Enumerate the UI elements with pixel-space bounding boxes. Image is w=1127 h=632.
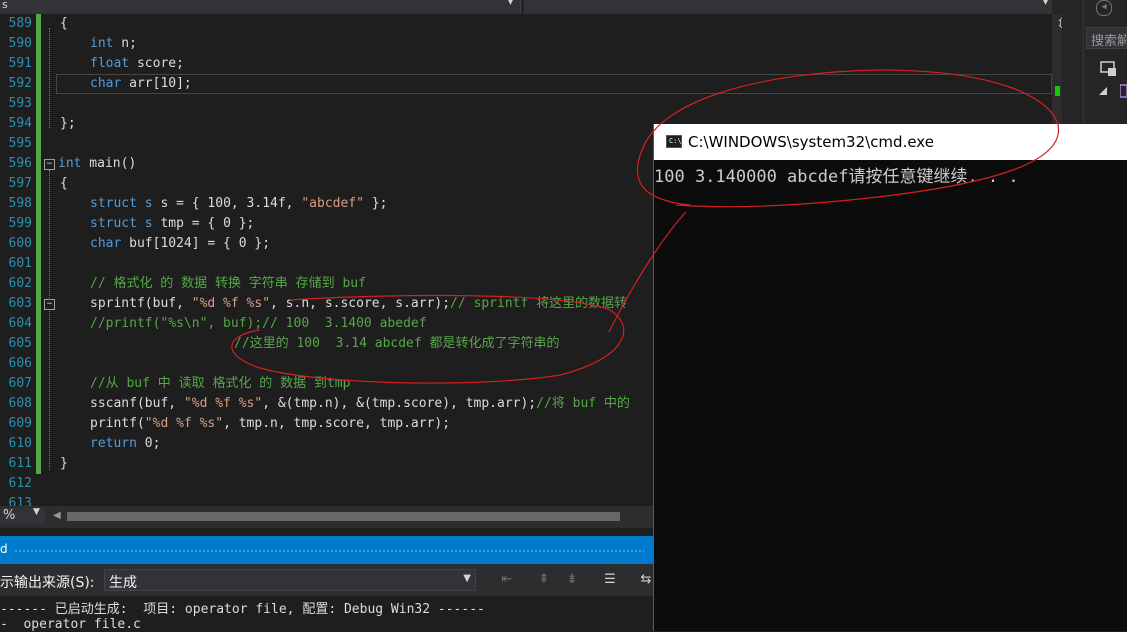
line-number: 599	[8, 216, 32, 231]
find-message-icon[interactable]: ⇤	[497, 571, 517, 589]
code-line: int main()	[58, 156, 137, 171]
outline-guide	[49, 170, 51, 470]
code-editor[interactable]: { int n; float score; char arr[10]; }; i…	[58, 14, 658, 506]
line-number: 597	[8, 176, 32, 191]
change-marker	[1055, 86, 1060, 96]
code-line: };	[60, 116, 76, 131]
solution-search-input[interactable]: 搜索解	[1086, 27, 1127, 49]
line-number: 600	[8, 236, 32, 251]
code-line: //这里的 100 3.14 abcdef 都是转化成了字符串的	[234, 336, 560, 351]
code-line: // 格式化 的 数据 转换 字符串 存储到 buf	[90, 276, 366, 291]
cmd-window[interactable]: C:\ C:\WINDOWS\system32\cmd.exe 100 3.14…	[653, 124, 1127, 631]
expand-triangle-icon[interactable]	[1098, 86, 1110, 98]
code-line: sscanf(buf, "%d %f %s", &(tmp.n), &(tmp.…	[90, 396, 630, 411]
line-number: 601	[8, 256, 32, 271]
scroll-left-icon[interactable]: ◀	[53, 510, 61, 521]
code-line: char arr[10];	[90, 76, 192, 91]
output-source-label: 示输出来源(S):	[0, 575, 95, 591]
code-line: }	[60, 456, 68, 471]
output-line: - operator file.c	[0, 617, 141, 632]
line-number: 595	[8, 136, 32, 151]
scope-dropdown-value: s	[2, 0, 8, 11]
cmd-icon: C:\	[666, 135, 682, 148]
code-line: {	[60, 16, 68, 31]
outline-guide	[49, 28, 51, 128]
editor-vertical-scrollbar[interactable]	[1052, 14, 1062, 134]
code-line: //从 buf 中 读取 格式化 的 数据 到tmp	[90, 376, 351, 391]
member-dropdown[interactable]: ▾	[524, 0, 1052, 14]
code-line: char buf[1024] = { 0 };	[90, 236, 271, 251]
line-number: 596	[8, 156, 32, 171]
line-number: 612	[8, 476, 32, 491]
line-number: 590	[8, 36, 32, 51]
line-number: 591	[8, 56, 32, 71]
line-number: 607	[8, 376, 32, 391]
output-source-value: 生成	[109, 575, 137, 591]
line-number: 608	[8, 396, 32, 411]
line-number: 606	[8, 356, 32, 371]
chevron-down-icon[interactable]: ▾	[1043, 0, 1048, 8]
cmd-title: C:\WINDOWS\system32\cmd.exe	[688, 133, 934, 151]
next-message-icon[interactable]: ⇟	[562, 571, 582, 589]
change-tracking-bar	[36, 14, 41, 474]
code-line: sprintf(buf, "%d %f %s", s.n, s.score, s…	[90, 296, 628, 311]
previous-message-icon[interactable]: ⇞	[534, 571, 554, 589]
zoom-dropdown[interactable]: % ▼	[0, 507, 45, 524]
line-number: 592	[8, 76, 32, 91]
code-line: return 0;	[90, 436, 161, 451]
line-number: 604	[8, 316, 32, 331]
line-number: 611	[8, 456, 32, 471]
code-line: printf("%d %f %s", tmp.n, tmp.score, tmp…	[90, 416, 451, 431]
clear-all-icon[interactable]: ☰	[600, 571, 620, 589]
zoom-value: %	[3, 508, 16, 523]
line-number: 594	[8, 116, 32, 131]
scope-dropdown[interactable]: s ▾	[0, 0, 521, 14]
collapse-icon[interactable]: −	[44, 299, 55, 310]
line-number: 589	[8, 16, 32, 31]
cmd-output: 100 3.140000 abcdef请按任意键继续. . .	[654, 167, 1019, 187]
output-text-area[interactable]: ------ 已启动生成: 项目: operator file, 配置: Deb…	[0, 596, 653, 632]
code-line: struct s s = { 100, 3.14f, "abcdef" };	[90, 196, 388, 211]
solution-icon	[1100, 61, 1116, 76]
output-line: ------ 已启动生成: 项目: operator file, 配置: Deb…	[0, 602, 485, 617]
cmd-title-bar[interactable]: C:\ C:\WINDOWS\system32\cmd.exe	[654, 124, 1127, 160]
project-icon	[1120, 84, 1127, 98]
line-number: 593	[8, 96, 32, 111]
code-line: {	[60, 176, 68, 191]
line-number-gutter: 589 590 591 592 593 594 595 596 597 598 …	[0, 14, 36, 511]
collapse-icon[interactable]: −	[44, 159, 55, 170]
chevron-down-icon[interactable]: ▼	[463, 573, 471, 584]
line-number: 603	[8, 296, 32, 311]
title-grip	[14, 549, 644, 553]
editor-navigation-bar: s ▾ ▾	[0, 0, 1085, 14]
output-panel-title: d	[0, 542, 8, 556]
output-source-select[interactable]: 生成 ▼	[104, 569, 476, 591]
output-panel-title-bar: d	[0, 536, 653, 564]
chevron-down-icon[interactable]: ▾	[508, 0, 513, 8]
line-number: 610	[8, 436, 32, 451]
panel-divider	[1082, 0, 1085, 130]
line-number: 602	[8, 276, 32, 291]
chevron-down-icon[interactable]: ▼	[33, 507, 40, 517]
code-line: int n;	[90, 36, 137, 51]
back-icon[interactable]: ◀	[1096, 0, 1112, 16]
code-line: struct s tmp = { 0 };	[90, 216, 255, 231]
code-line: float score;	[90, 56, 184, 71]
line-number: 598	[8, 196, 32, 211]
horizontal-scroll-thumb[interactable]	[67, 512, 620, 521]
code-line: //printf("%s\n", buf);// 100 3.1400 abed…	[90, 316, 427, 331]
line-number: 609	[8, 416, 32, 431]
line-number: 605	[8, 336, 32, 351]
